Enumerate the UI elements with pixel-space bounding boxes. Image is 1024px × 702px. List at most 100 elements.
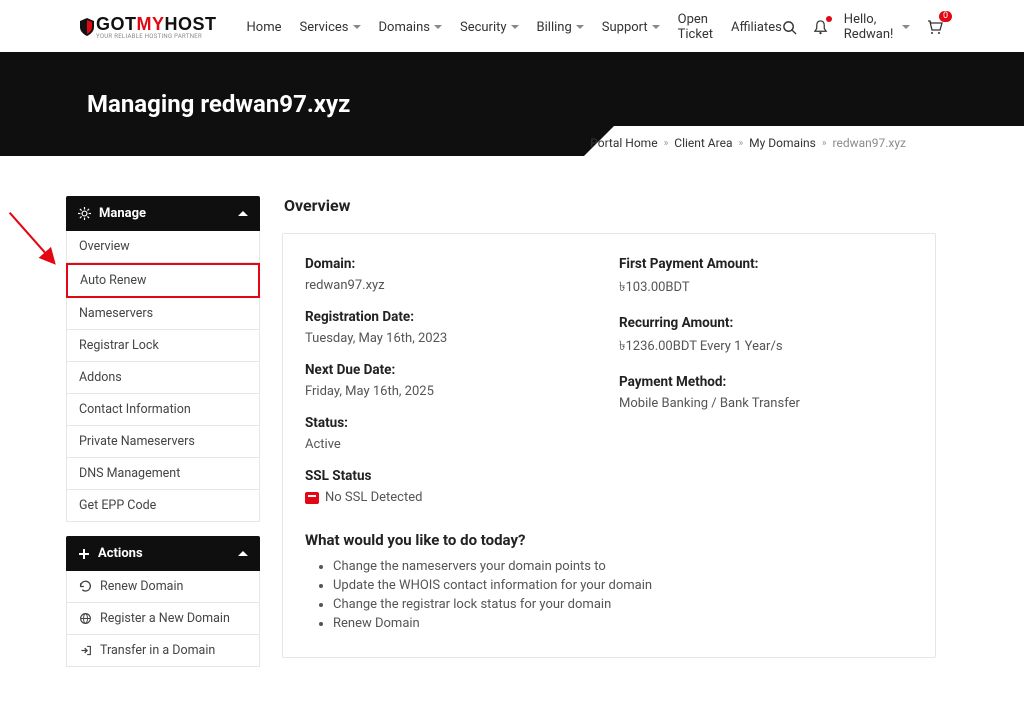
breadcrumb-sep: » bbox=[822, 138, 827, 149]
chevron-down-icon bbox=[434, 25, 442, 29]
sidebar-item-nameservers[interactable]: Nameservers bbox=[66, 298, 260, 330]
field-label: Recurring Amount: bbox=[619, 315, 913, 331]
sidebar-manage-header[interactable]: Manage bbox=[66, 196, 260, 231]
action-label: Renew Domain bbox=[100, 579, 183, 594]
page-banner: Managing redwan97.xyz Portal Home » Client… bbox=[0, 52, 1024, 156]
nav-affiliates[interactable]: Affiliates bbox=[731, 20, 782, 35]
field-label: Next Due Date: bbox=[305, 362, 599, 378]
shield-icon bbox=[80, 18, 94, 36]
section-title: Overview bbox=[284, 196, 936, 215]
todo-item[interactable]: Update the WHOIS contact information for… bbox=[333, 578, 913, 593]
bell-icon[interactable] bbox=[813, 20, 828, 35]
cart-icon[interactable]: 0 bbox=[926, 19, 944, 35]
topbar: GOTMYHOST YOUR RELIABLE HOSTING PARTNER … bbox=[0, 0, 1024, 52]
breadcrumb-link[interactable]: Portal Home bbox=[590, 136, 657, 150]
main-nav: Home Services Domains Security Billing Su… bbox=[247, 12, 782, 42]
field-value: redwan97.xyz bbox=[305, 278, 599, 293]
main: Overview Domain: redwan97.xyz Registration… bbox=[282, 196, 936, 658]
nav-billing[interactable]: Billing bbox=[537, 20, 584, 35]
notification-dot bbox=[826, 16, 832, 22]
sidebar-item-registrar-lock[interactable]: Registrar Lock bbox=[66, 330, 260, 362]
overview-field: Next Due Date: Friday, May 16th, 2025 bbox=[305, 362, 599, 399]
overview-field: Recurring Amount: ৳1236.00BDT Every 1 Yea… bbox=[619, 315, 913, 358]
todo-list: Change the nameservers your domain point… bbox=[305, 559, 913, 631]
field-label: SSL Status bbox=[305, 468, 599, 484]
nav-open-ticket[interactable]: Open Ticket bbox=[678, 12, 713, 42]
chevron-up-icon bbox=[238, 211, 248, 216]
overview-field: First Payment Amount: ৳103.00BDT bbox=[619, 256, 913, 299]
nav-support[interactable]: Support bbox=[602, 20, 660, 35]
sidebar-actions-title: Actions bbox=[98, 546, 143, 561]
cart-badge: 0 bbox=[939, 11, 952, 22]
field-label: First Payment Amount: bbox=[619, 256, 913, 272]
logo-sub: YOUR RELIABLE HOSTING PARTNER bbox=[96, 33, 217, 40]
logo-host: HOST bbox=[165, 14, 217, 34]
sidebar-actions-header[interactable]: Actions bbox=[66, 536, 260, 571]
action-label: Register a New Domain bbox=[100, 611, 230, 626]
nav-services[interactable]: Services bbox=[300, 20, 361, 35]
user-menu[interactable]: Hello, Redwan! bbox=[844, 12, 910, 42]
sidebar-item-get-epp-code[interactable]: Get EPP Code bbox=[66, 490, 260, 522]
sidebar-item-dns-management[interactable]: DNS Management bbox=[66, 458, 260, 490]
share-icon bbox=[79, 644, 92, 657]
action-renew-domain[interactable]: Renew Domain bbox=[66, 571, 260, 603]
field-value: ৳103.00BDT bbox=[619, 278, 913, 299]
sidebar-manage-title: Manage bbox=[99, 206, 146, 221]
action-register-a-new-domain[interactable]: Register a New Domain bbox=[66, 603, 260, 635]
field-label: Status: bbox=[305, 415, 599, 431]
breadcrumb-sep: » bbox=[664, 138, 669, 149]
field-value: Mobile Banking / Bank Transfer bbox=[619, 396, 913, 411]
field-label: Payment Method: bbox=[619, 374, 913, 390]
field-label: Domain: bbox=[305, 256, 599, 272]
field-value: Active bbox=[305, 437, 599, 452]
sidebar-item-overview[interactable]: Overview bbox=[66, 231, 260, 263]
overview-field: Domain: redwan97.xyz bbox=[305, 256, 599, 293]
breadcrumb-link[interactable]: Client Area bbox=[674, 136, 732, 150]
todo-item[interactable]: Change the nameservers your domain point… bbox=[333, 559, 913, 574]
todo-title: What would you like to do today? bbox=[305, 531, 913, 549]
chevron-down-icon bbox=[576, 25, 584, 29]
sidebar-item-auto-renew[interactable]: Auto Renew bbox=[66, 263, 260, 298]
logo-got: GOT bbox=[96, 14, 137, 34]
page-title: Managing redwan97.xyz bbox=[87, 90, 350, 118]
greeting-text: Hello, Redwan! bbox=[844, 12, 898, 42]
overview-card: Domain: redwan97.xyz Registration Date: Tue… bbox=[282, 233, 936, 658]
sidebar-item-addons[interactable]: Addons bbox=[66, 362, 260, 394]
right-nav: Hello, Redwan! 0 bbox=[782, 12, 944, 42]
nav-domains[interactable]: Domains bbox=[379, 20, 442, 35]
overview-field: SSL Status No SSL Detected bbox=[305, 468, 599, 505]
overview-field: Status: Active bbox=[305, 415, 599, 452]
chevron-down-icon bbox=[902, 25, 910, 29]
logo[interactable]: GOTMYHOST YOUR RELIABLE HOSTING PARTNER bbox=[80, 14, 217, 40]
breadcrumb-current: redwan97.xyz bbox=[833, 136, 907, 150]
logo-my: MY bbox=[137, 14, 165, 34]
nav-home[interactable]: Home bbox=[247, 20, 282, 35]
field-label: Registration Date: bbox=[305, 309, 599, 325]
chevron-down-icon bbox=[511, 25, 519, 29]
breadcrumb-link[interactable]: My Domains bbox=[749, 136, 816, 150]
chevron-up-icon bbox=[238, 551, 248, 556]
search-icon[interactable] bbox=[782, 20, 797, 35]
field-value: Friday, May 16th, 2025 bbox=[305, 384, 599, 399]
overview-field: Payment Method: Mobile Banking / Bank Tra… bbox=[619, 374, 913, 411]
todo-item[interactable]: Change the registrar lock status for you… bbox=[333, 597, 913, 612]
field-value: ৳1236.00BDT Every 1 Year/s bbox=[619, 337, 913, 358]
sidebar-item-contact-information[interactable]: Contact Information bbox=[66, 394, 260, 426]
sidebar-item-private-nameservers[interactable]: Private Nameservers bbox=[66, 426, 260, 458]
chevron-down-icon bbox=[353, 25, 361, 29]
ssl-badge-icon bbox=[305, 492, 319, 504]
chevron-down-icon bbox=[652, 25, 660, 29]
sidebar: Manage OverviewAuto RenewNameserversRegi… bbox=[66, 196, 260, 667]
field-value: No SSL Detected bbox=[325, 490, 422, 505]
todo-item[interactable]: Renew Domain bbox=[333, 616, 913, 631]
content: Manage OverviewAuto RenewNameserversRegi… bbox=[0, 156, 1024, 667]
breadcrumb: Portal Home » Client Area » My Domains » redwa… bbox=[590, 136, 906, 150]
breadcrumb-sep: » bbox=[738, 138, 743, 149]
plus-icon bbox=[78, 548, 90, 560]
globe-icon bbox=[79, 612, 92, 625]
nav-security[interactable]: Security bbox=[460, 20, 519, 35]
refresh-icon bbox=[79, 580, 92, 593]
action-label: Transfer in a Domain bbox=[100, 643, 215, 658]
field-value: Tuesday, May 16th, 2023 bbox=[305, 331, 599, 346]
action-transfer-in-a-domain[interactable]: Transfer in a Domain bbox=[66, 635, 260, 667]
